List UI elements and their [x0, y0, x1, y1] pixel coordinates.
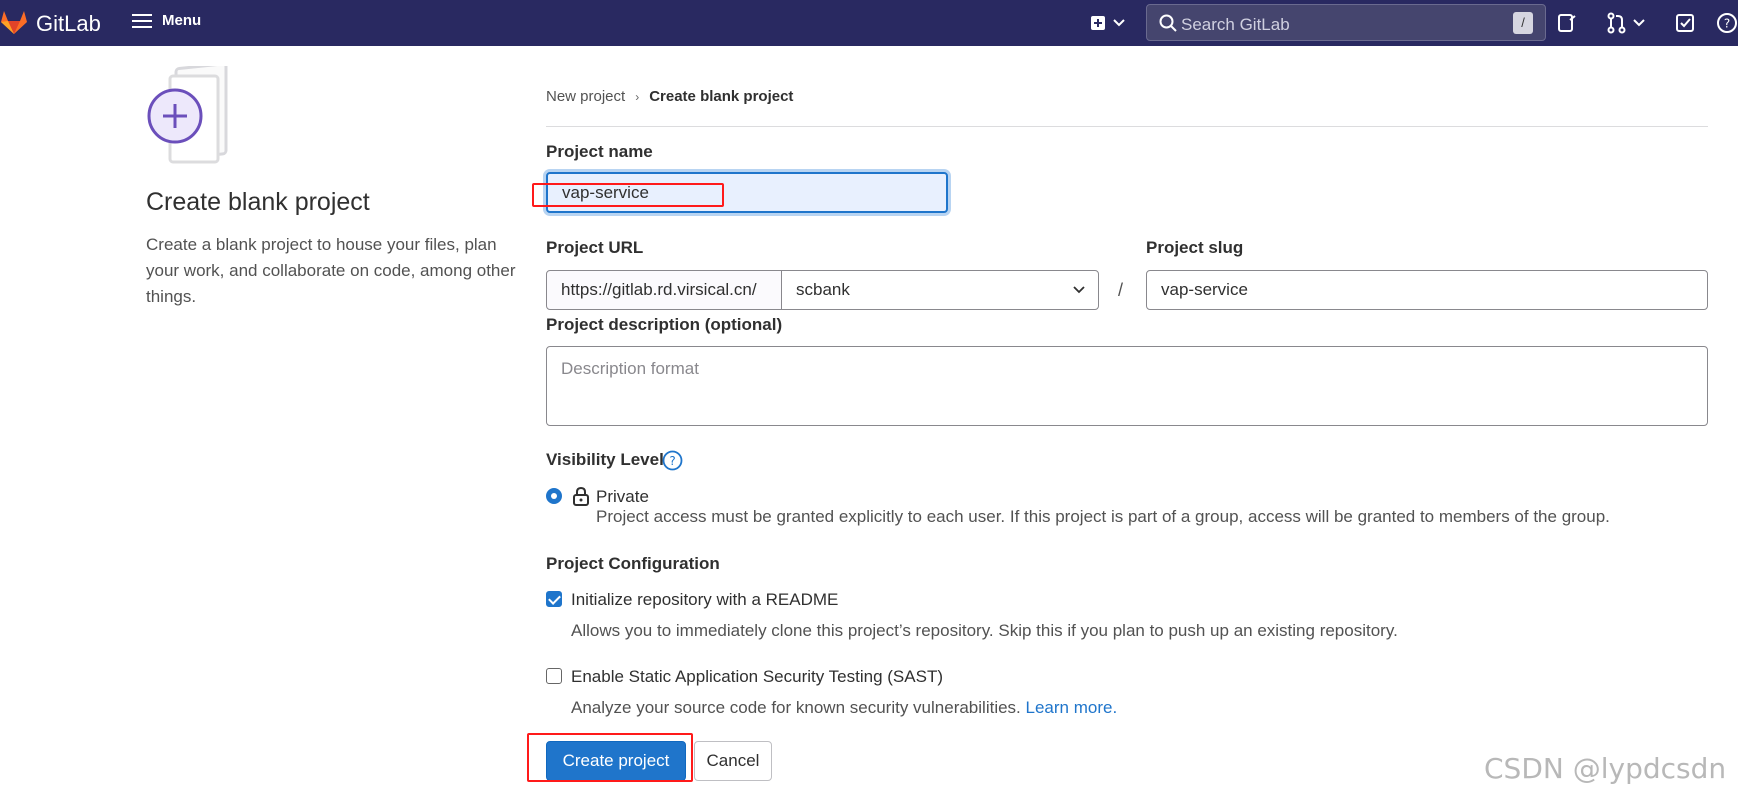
merge-request-icon[interactable] — [1606, 12, 1628, 34]
search-shortcut-hint: / — [1513, 12, 1533, 34]
readme-help-text: Allows you to immediately clone this pro… — [571, 621, 1398, 640]
svg-text:?: ? — [1724, 17, 1730, 31]
sast-help-text: Analyze your source code for known secur… — [571, 698, 1117, 718]
question-circle-icon[interactable]: ? — [662, 450, 683, 471]
project-url-label: Project URL — [546, 238, 644, 257]
page-title: Create blank project — [146, 188, 370, 216]
project-slug-input[interactable]: vap-service — [1146, 270, 1708, 310]
chevron-down-icon[interactable] — [1632, 16, 1646, 30]
blank-project-illustration-icon — [147, 66, 228, 164]
project-description-textarea[interactable]: Description format — [546, 346, 1708, 426]
sast-label[interactable]: Enable Static Application Security Testi… — [571, 667, 943, 687]
divider — [546, 126, 1708, 127]
sast-checkbox[interactable] — [546, 668, 562, 684]
plus-square-icon[interactable] — [1088, 12, 1110, 34]
breadcrumb: New project › Create blank project — [546, 88, 793, 105]
search-input[interactable]: Search GitLab — [1181, 15, 1290, 35]
visibility-level-label: Visibility Level — [546, 450, 664, 469]
menu-label: Menu — [162, 12, 202, 29]
gitlab-logo-icon[interactable] — [0, 8, 28, 36]
sast-help-description: Analyze your source code for known secur… — [571, 698, 1021, 717]
url-separator: / — [1118, 280, 1124, 300]
svg-text:?: ? — [669, 454, 675, 468]
project-name-label: Project name — [546, 142, 653, 161]
hamburger-icon — [132, 13, 152, 29]
menu-button[interactable]: Menu — [132, 12, 201, 29]
chevron-down-icon — [1073, 286, 1085, 294]
breadcrumb-separator-icon: › — [635, 89, 640, 104]
search-bar[interactable]: Search GitLab / — [1146, 4, 1546, 41]
chevron-down-icon[interactable] — [1112, 16, 1126, 30]
lock-icon — [573, 486, 589, 506]
brand-name[interactable]: GitLab — [36, 11, 101, 37]
top-navbar: GitLab Menu Search GitLab / ? — [0, 0, 1738, 46]
readme-checkbox[interactable] — [546, 591, 562, 607]
annotation-highlight-project-name — [532, 183, 724, 207]
breadcrumb-current: Create blank project — [649, 88, 794, 105]
readme-label[interactable]: Initialize repository with a README — [571, 590, 838, 610]
page-description: Create a blank project to house your fil… — [146, 235, 516, 306]
visibility-private-radio[interactable] — [546, 488, 562, 504]
learn-more-link[interactable]: Learn more. — [1026, 698, 1118, 717]
help-icon[interactable]: ? — [1716, 12, 1738, 34]
project-url-prefix: https://gitlab.rd.virsical.cn/ — [546, 270, 782, 310]
breadcrumb-new-project[interactable]: New project — [546, 88, 625, 105]
todo-icon[interactable] — [1674, 12, 1696, 34]
project-description-label: Project description (optional) — [546, 315, 783, 334]
search-icon — [1159, 14, 1177, 32]
annotation-highlight-create-button — [527, 733, 693, 782]
namespace-select[interactable]: scbank — [781, 270, 1099, 310]
watermark: CSDN @lypdcsdn — [1484, 752, 1727, 785]
namespace-value: scbank — [796, 280, 850, 299]
cancel-button[interactable]: Cancel — [694, 741, 772, 781]
issues-icon[interactable] — [1556, 12, 1578, 34]
project-configuration-label: Project Configuration — [546, 554, 720, 573]
project-slug-label: Project slug — [1146, 238, 1244, 257]
visibility-private-help: Project access must be granted explicitl… — [596, 507, 1610, 526]
visibility-private-label[interactable]: Private — [596, 487, 649, 507]
